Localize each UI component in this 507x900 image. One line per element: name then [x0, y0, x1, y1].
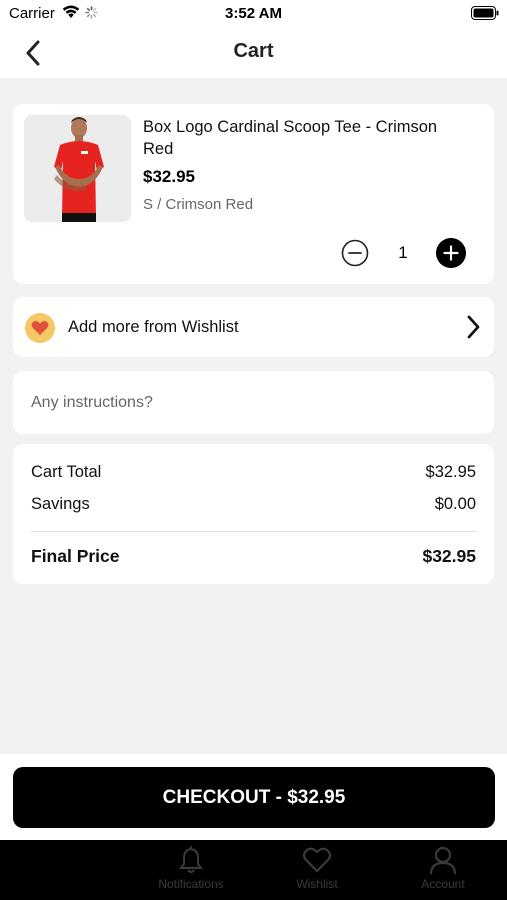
tab-wishlist-label: Wishlist — [296, 877, 338, 891]
checkout-button[interactable]: CHECKOUT - $32.95 — [13, 767, 495, 828]
final-price-label: Final Price — [31, 546, 120, 566]
heart-icon — [31, 321, 49, 335]
nav-bar: Cart — [0, 28, 507, 78]
plus-circle-icon — [436, 238, 466, 268]
red-tshirt-model-photo — [24, 115, 131, 222]
product-price: $32.95 — [143, 167, 195, 186]
wishlist-badge — [25, 313, 55, 343]
chevron-right-icon — [466, 315, 480, 344]
status-bar: Carrier 3:52 AM — [0, 0, 507, 28]
final-price-value: $32.95 — [422, 546, 476, 566]
final-price-row: Final Price $32.95 — [31, 546, 476, 567]
tab-notifications-label: Notifications — [158, 877, 224, 891]
savings-row: Savings $0.00 — [31, 495, 476, 514]
price-summary-card: Cart Total $32.95 Savings $0.00 Final Pr… — [13, 444, 494, 584]
decrease-quantity-button[interactable] — [341, 239, 369, 267]
heart-outline-icon — [302, 847, 332, 873]
savings-label: Savings — [31, 495, 90, 513]
minus-circle-icon — [341, 239, 369, 267]
summary-divider — [31, 531, 476, 532]
cart-total-value: $32.95 — [425, 463, 476, 481]
checkout-area: CHECKOUT - $32.95 — [0, 754, 507, 840]
battery-icon — [471, 6, 499, 25]
clock-time: 3:52 AM — [225, 5, 282, 22]
wishlist-label: Add more from Wishlist — [68, 318, 239, 336]
savings-value: $0.00 — [434, 495, 476, 513]
bottom-tab-bar: Notifications Wishlist Account — [0, 840, 507, 900]
tab-account-label: Account — [421, 877, 465, 891]
instructions-input[interactable] — [31, 389, 471, 417]
product-image[interactable] — [24, 115, 131, 222]
tab-wishlist[interactable]: Wishlist — [262, 846, 372, 891]
bell-icon — [179, 846, 203, 873]
increase-quantity-button[interactable] — [436, 238, 466, 268]
add-from-wishlist-row[interactable]: Add more from Wishlist — [13, 297, 494, 357]
cart-total-row: Cart Total $32.95 — [31, 463, 476, 482]
tab-account[interactable]: Account — [388, 846, 498, 891]
quantity-value: 1 — [398, 243, 408, 262]
cart-total-label: Cart Total — [31, 463, 102, 481]
person-icon — [429, 846, 457, 874]
product-variant: S / Crimson Red — [143, 196, 254, 213]
cart-item-card: Box Logo Cardinal Scoop Tee - Crimson Re… — [13, 104, 494, 284]
product-name[interactable]: Box Logo Cardinal Scoop Tee - Crimson Re… — [143, 116, 443, 160]
tab-notifications[interactable]: Notifications — [136, 846, 246, 891]
page-title: Cart — [233, 40, 274, 62]
instructions-card — [13, 371, 494, 434]
